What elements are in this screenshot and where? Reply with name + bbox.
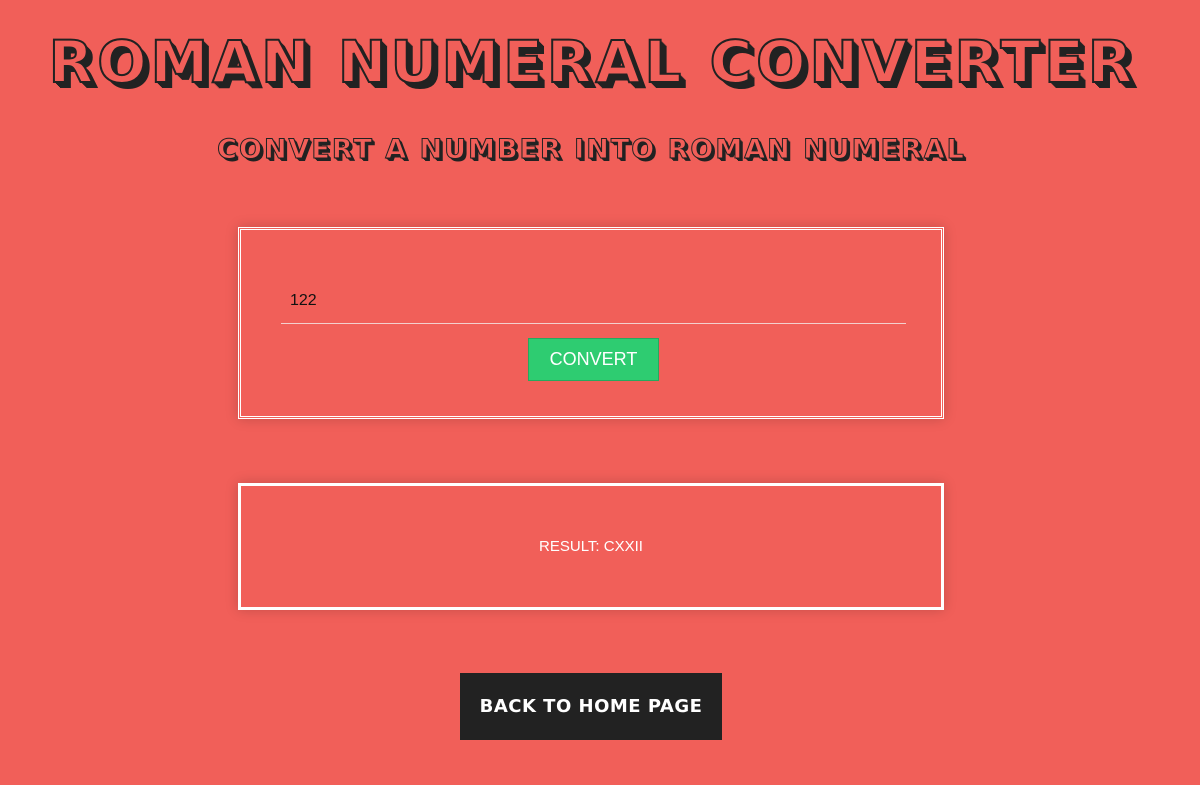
result-box: RESULT: CXXII bbox=[238, 483, 944, 610]
number-input[interactable] bbox=[281, 278, 906, 324]
page-title: ROMAN NUMERAL CONVERTER bbox=[48, 27, 1137, 97]
page-subtitle: CONVERT A NUMBER INTO ROMAN NUMERAL bbox=[217, 134, 966, 166]
converter-form: CONVERT bbox=[238, 227, 944, 419]
result-text: RESULT: CXXII bbox=[539, 538, 643, 555]
back-to-home-button[interactable]: BACK TO HOME PAGE bbox=[460, 673, 722, 740]
convert-button[interactable]: CONVERT bbox=[528, 338, 659, 381]
